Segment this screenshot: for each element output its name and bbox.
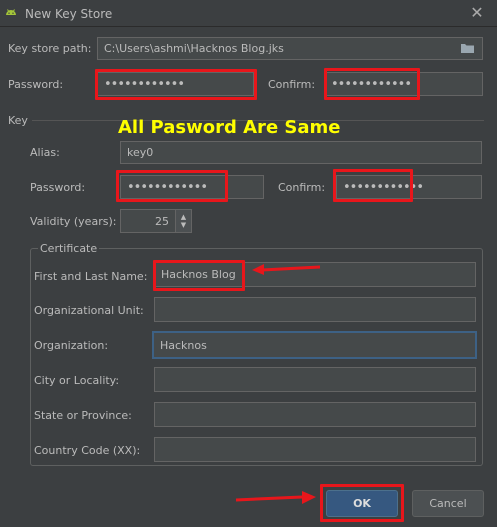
- country-code-field[interactable]: [154, 437, 476, 462]
- first-last-name-label: First and Last Name:: [34, 270, 148, 283]
- key-confirm-label: Confirm:: [278, 181, 326, 194]
- keystore-path-field[interactable]: C:\Users\ashmi\Hacknos Blog.jks: [97, 37, 483, 60]
- annotation-text: All Pasword Are Same: [118, 117, 341, 138]
- chevron-down-icon[interactable]: ▼: [181, 221, 186, 229]
- arrow-left-icon: [252, 264, 321, 275]
- validity-value: 25: [155, 214, 169, 228]
- city-field[interactable]: [154, 367, 476, 392]
- state-field[interactable]: [154, 402, 476, 427]
- chevron-up-icon[interactable]: ▲: [181, 213, 186, 221]
- first-last-name-value: Hacknos Blog: [161, 268, 236, 281]
- organization-value: Hacknos: [160, 338, 207, 352]
- keystore-confirm-field[interactable]: ••••••••••••: [324, 72, 483, 96]
- state-label: State or Province:: [34, 409, 132, 422]
- close-icon[interactable]: ✕: [467, 3, 487, 23]
- alias-field[interactable]: key0: [120, 141, 482, 164]
- organization-field[interactable]: Hacknos: [152, 331, 477, 359]
- keystore-path-label: Key store path:: [8, 42, 92, 55]
- android-icon: [6, 9, 16, 15]
- keystore-password-label: Password:: [8, 78, 64, 91]
- folder-icon[interactable]: [460, 42, 475, 54]
- window-title: New Key Store: [25, 7, 113, 21]
- keystore-confirm-label: Confirm:: [268, 78, 316, 91]
- key-confirm-field[interactable]: ••••••••••••: [336, 175, 482, 199]
- organization-label: Organization:: [34, 339, 109, 352]
- keystore-path-value: C:\Users\ashmi\Hacknos Blog.jks: [104, 42, 284, 55]
- cancel-button[interactable]: Cancel: [412, 490, 484, 517]
- key-password-field[interactable]: ••••••••••••: [120, 175, 264, 199]
- keystore-password-field[interactable]: ••••••••••••: [97, 72, 254, 96]
- alias-label: Alias:: [30, 146, 60, 159]
- arrow-right-icon: [235, 491, 316, 504]
- key-password-value: ••••••••••••: [127, 179, 208, 195]
- country-code-label: Country Code (XX):: [34, 444, 141, 457]
- key-confirm-value: ••••••••••••: [343, 179, 424, 195]
- certificate-section-label: Certificate: [38, 242, 100, 255]
- key-section-label: Key: [8, 114, 28, 127]
- alias-value: key0: [127, 146, 154, 159]
- org-unit-label: Organizational Unit:: [34, 304, 144, 317]
- key-password-label: Password:: [30, 181, 86, 194]
- validity-label: Validity (years):: [30, 215, 117, 228]
- org-unit-field[interactable]: [154, 297, 476, 322]
- ok-button[interactable]: OK: [326, 490, 398, 517]
- validity-stepper[interactable]: ▲ ▼: [175, 210, 191, 232]
- keystore-confirm-value: ••••••••••••: [331, 76, 412, 92]
- keystore-password-value: ••••••••••••: [104, 76, 185, 92]
- city-label: City or Locality:: [34, 374, 120, 387]
- validity-spinner[interactable]: 25 ▲ ▼: [120, 209, 192, 233]
